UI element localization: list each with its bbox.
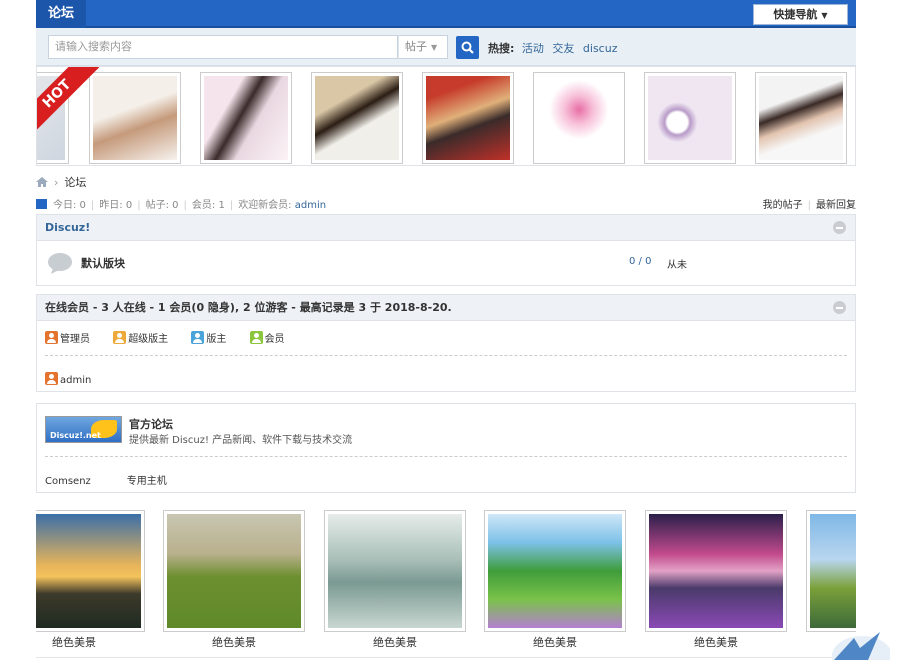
- collapse-icon[interactable]: [833, 301, 846, 314]
- slider-photo[interactable]: [311, 72, 403, 164]
- forum-post-count: 0 / 0: [629, 256, 652, 267]
- online-user[interactable]: admin: [45, 370, 91, 386]
- home-icon[interactable]: [36, 177, 48, 187]
- forum-group-title[interactable]: Discuz!: [45, 221, 90, 234]
- hot-search-link[interactable]: discuz: [583, 42, 618, 55]
- search-input[interactable]: 请输入搜索内容: [48, 35, 398, 59]
- official-forum-desc: 提供最新 Discuz! 产品新闻、软件下载与技术交流: [129, 435, 353, 446]
- online-header: 在线会员 - 3 人在线 - 1 会员(0 隐身), 2 位游客 - 最高记录是…: [37, 295, 855, 321]
- breadcrumb: › 论坛: [36, 174, 86, 190]
- online-title[interactable]: 在线会员 - 3 人在线 - 1 会员(0 隐身), 2 位游客 - 最高记录是…: [45, 301, 452, 314]
- latest-replies-link[interactable]: 最新回复: [816, 200, 856, 211]
- gallery-caption: 绝色美景: [52, 636, 96, 649]
- forum-group: Discuz! 默认版块 0 / 0 从未: [36, 214, 856, 286]
- mod-user-icon: [191, 331, 205, 344]
- gallery-caption: 绝色美景: [373, 636, 417, 649]
- forum-stats: 今日: 0 | 昨日: 0 | 帖子: 0 | 会员: 1 | 欢迎新会员: admin 我的帖…: [36, 196, 856, 211]
- newest-member-link[interactable]: admin: [295, 200, 326, 211]
- stat-today: 今日: 0: [53, 200, 86, 211]
- stat-yesterday: 昨日: 0: [99, 200, 133, 211]
- search-type-select[interactable]: 帖子 ▼: [398, 35, 448, 59]
- chevron-down-icon: ▼: [431, 43, 438, 52]
- watermark-bird-icon: [832, 632, 890, 660]
- legend-member: 会员: [264, 334, 285, 345]
- breadcrumb-current[interactable]: 论坛: [64, 176, 86, 189]
- tab-forum[interactable]: 论坛: [36, 0, 86, 28]
- forum-icon: [48, 253, 72, 274]
- search-type-label: 帖子: [405, 40, 427, 53]
- top-nav-bar: 论坛 快捷导航 ▼: [36, 0, 856, 28]
- welcome-label: 欢迎新会员:: [238, 200, 292, 211]
- quick-nav-label: 快捷导航: [773, 8, 818, 21]
- gallery-caption: 绝色美景: [533, 636, 577, 649]
- logo-text: Discuz!.net: [50, 431, 101, 440]
- legend-super-mod: 超级版主: [128, 334, 169, 345]
- legend-admin: 管理员: [60, 334, 90, 345]
- hot-search-link[interactable]: 交友: [552, 42, 574, 55]
- slider-photo[interactable]: [200, 72, 292, 164]
- slider-photo[interactable]: [644, 72, 736, 164]
- stat-members: 会员: 1: [191, 200, 225, 211]
- slider-photo[interactable]: [533, 72, 625, 164]
- search-icon: [461, 41, 474, 54]
- my-posts-link[interactable]: 我的帖子: [763, 200, 803, 211]
- friend-links: Discuz!.net 官方论坛 提供最新 Discuz! 产品新闻、软件下载与…: [36, 403, 856, 493]
- stat-posts: 帖子: 0: [145, 200, 179, 211]
- hot-search-link[interactable]: 活动: [522, 42, 544, 55]
- gallery-item[interactable]: 绝色美景: [484, 510, 626, 650]
- chevron-down-icon: ▼: [821, 11, 828, 20]
- forum-last-post: 从未: [667, 260, 687, 271]
- stats-icon: [36, 199, 47, 209]
- gallery-item[interactable]: 绝色美景: [645, 510, 787, 650]
- gallery-item[interactable]: 绝色美景: [36, 510, 145, 650]
- collapse-icon[interactable]: [833, 221, 846, 234]
- search-button[interactable]: [456, 36, 479, 59]
- hot-badge: HOT: [37, 67, 99, 135]
- gallery-item[interactable]: 绝色美景: [163, 510, 305, 650]
- hot-search: 热搜: 活动 交友 discuz: [488, 40, 622, 56]
- link-hosting[interactable]: 专用主机: [127, 476, 167, 487]
- text-links: Comsenz 专用主机: [45, 472, 203, 487]
- member-user-icon: [249, 331, 263, 344]
- link-comsenz[interactable]: Comsenz: [45, 476, 91, 487]
- gallery-caption: 绝色美景: [212, 636, 256, 649]
- gallery-caption: 绝色美景: [694, 636, 738, 649]
- slider-photo[interactable]: [755, 72, 847, 164]
- gallery-item[interactable]: [806, 510, 856, 632]
- slider-photo[interactable]: [422, 72, 514, 164]
- divider: [45, 355, 847, 356]
- forum-group-header: Discuz!: [37, 215, 855, 241]
- official-forum-title[interactable]: 官方论坛: [129, 416, 173, 432]
- search-bar: 请输入搜索内容 帖子 ▼ 热搜: 活动 交友 discuz: [36, 28, 856, 66]
- footer-divider: [36, 657, 856, 658]
- legend-mod: 版主: [206, 334, 227, 345]
- forum-row: 默认版块 0 / 0 从未: [37, 241, 855, 285]
- scenery-gallery: 绝色美景 绝色美景 绝色美景 绝色美景 绝色美景: [36, 510, 856, 660]
- online-user-name[interactable]: admin: [60, 375, 91, 386]
- forum-name[interactable]: 默认版块: [81, 255, 125, 271]
- photo-slider: HOT: [36, 66, 856, 166]
- admin-user-icon: [45, 372, 58, 385]
- super-mod-user-icon: [113, 331, 127, 344]
- chevron-right-icon: ›: [54, 176, 59, 189]
- hot-search-label: 热搜:: [488, 42, 515, 55]
- divider: [45, 456, 847, 457]
- slider-photo[interactable]: [89, 72, 181, 164]
- stats-links: 我的帖子 | 最新回复: [762, 200, 856, 211]
- online-legend: 管理员 超级版主 版主 会员: [45, 329, 305, 345]
- online-members: 在线会员 - 3 人在线 - 1 会员(0 隐身), 2 位游客 - 最高记录是…: [36, 294, 856, 392]
- quick-nav-button[interactable]: 快捷导航 ▼: [753, 4, 848, 25]
- admin-user-icon: [45, 331, 58, 344]
- gallery-item[interactable]: 绝色美景: [324, 510, 466, 650]
- hot-badge-label: HOT: [37, 67, 99, 135]
- discuz-logo[interactable]: Discuz!.net: [45, 416, 122, 443]
